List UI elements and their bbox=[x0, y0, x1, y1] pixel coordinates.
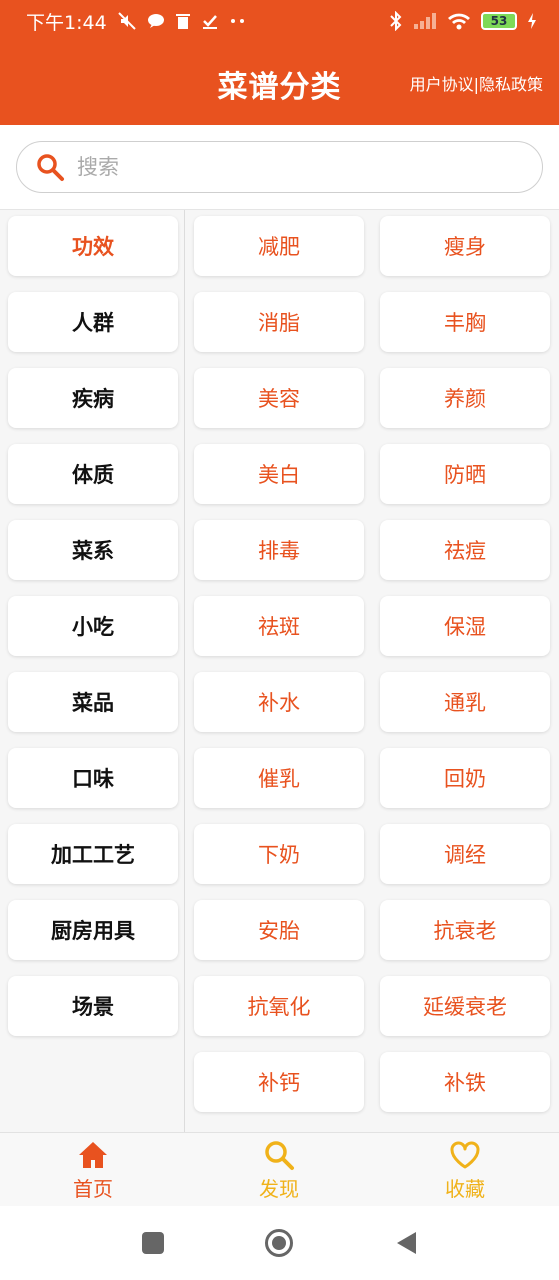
search-section bbox=[0, 125, 559, 210]
status-left: 下午1:44 bbox=[26, 8, 247, 35]
category-item-dishes[interactable]: 菜品 bbox=[8, 672, 178, 732]
category-item-population[interactable]: 人群 bbox=[8, 292, 178, 352]
subcategory-item[interactable]: 丰胸 bbox=[380, 292, 550, 352]
search-icon bbox=[37, 154, 64, 181]
system-nav-bar bbox=[0, 1206, 559, 1280]
subcategory-item[interactable]: 养颜 bbox=[380, 368, 550, 428]
wifi-icon bbox=[447, 12, 471, 30]
category-item-constitution[interactable]: 体质 bbox=[8, 444, 178, 504]
status-right: 53 bbox=[389, 11, 537, 31]
category-item-scene[interactable]: 场景 bbox=[8, 976, 178, 1036]
subcategory-item[interactable]: 美容 bbox=[194, 368, 364, 428]
subcategory-item[interactable]: 排毒 bbox=[194, 520, 364, 580]
mute-icon bbox=[117, 11, 137, 31]
category-item-cuisine[interactable]: 菜系 bbox=[8, 520, 178, 580]
search-icon bbox=[265, 1141, 294, 1170]
charging-icon bbox=[527, 13, 537, 29]
signal-icon bbox=[413, 12, 437, 30]
title-bar: 菜谱分类 用户协议|隐私政策 bbox=[0, 50, 559, 114]
subcategory-item[interactable]: 回奶 bbox=[380, 748, 550, 808]
subcategory-item[interactable]: 下奶 bbox=[194, 824, 364, 884]
subcategory-item[interactable]: 催乳 bbox=[194, 748, 364, 808]
home-circle-icon[interactable] bbox=[264, 1228, 294, 1258]
subcategory-item[interactable]: 祛斑 bbox=[194, 596, 364, 656]
tab-favorites[interactable]: 收藏 bbox=[405, 1139, 525, 1205]
back-triangle-icon[interactable] bbox=[392, 1228, 422, 1258]
bottom-tab-bar: 首页 发现 收藏 bbox=[0, 1132, 559, 1206]
subcategory-item[interactable]: 抗氧化 bbox=[194, 976, 364, 1036]
app-header: 下午1:44 53 菜谱分类 用户协议|隐私政策 bbox=[0, 0, 559, 125]
subcategory-item[interactable]: 通乳 bbox=[380, 672, 550, 732]
subcategory-item[interactable]: 防晒 bbox=[380, 444, 550, 504]
download-done-icon bbox=[201, 12, 219, 30]
category-browser: 功效 人群 疾病 体质 菜系 小吃 菜品 口味 加工工艺 厨房用具 场景 减肥 … bbox=[0, 210, 559, 1132]
category-item-disease[interactable]: 疾病 bbox=[8, 368, 178, 428]
category-item-efficacy[interactable]: 功效 bbox=[8, 216, 178, 276]
recents-square-icon[interactable] bbox=[138, 1228, 168, 1258]
policy-link[interactable]: 用户协议|隐私政策 bbox=[410, 71, 543, 95]
battery-indicator: 53 bbox=[481, 12, 517, 30]
more-dots-icon bbox=[229, 18, 247, 24]
subcategory-item[interactable]: 瘦身 bbox=[380, 216, 550, 276]
category-item-flavor[interactable]: 口味 bbox=[8, 748, 178, 808]
subcategory-item[interactable]: 补水 bbox=[194, 672, 364, 732]
category-item-snacks[interactable]: 小吃 bbox=[8, 596, 178, 656]
tab-discover[interactable]: 发现 bbox=[219, 1139, 339, 1205]
status-time: 下午1:44 bbox=[26, 11, 107, 34]
tab-home-label: 首页 bbox=[73, 1177, 113, 1201]
subcategory-item[interactable]: 抗衰老 bbox=[380, 900, 550, 960]
subcategory-item[interactable]: 补铁 bbox=[380, 1052, 550, 1112]
status-bar: 下午1:44 53 bbox=[0, 0, 559, 42]
search-box[interactable] bbox=[16, 141, 543, 193]
subcategory-item[interactable]: 祛痘 bbox=[380, 520, 550, 580]
subcategory-item[interactable]: 延缓衰老 bbox=[380, 976, 550, 1036]
subcategory-item[interactable]: 美白 bbox=[194, 444, 364, 504]
category-list: 功效 人群 疾病 体质 菜系 小吃 菜品 口味 加工工艺 厨房用具 场景 bbox=[0, 210, 185, 1132]
search-input[interactable] bbox=[77, 155, 497, 179]
heart-icon bbox=[450, 1141, 480, 1169]
subcategory-item[interactable]: 补钙 bbox=[194, 1052, 364, 1112]
tab-favorites-label: 收藏 bbox=[445, 1177, 485, 1201]
home-icon bbox=[79, 1142, 107, 1168]
subcategory-item[interactable]: 保湿 bbox=[380, 596, 550, 656]
tab-discover-label: 发现 bbox=[259, 1177, 299, 1201]
trash-icon bbox=[175, 12, 191, 30]
subcategory-item[interactable]: 安胎 bbox=[194, 900, 364, 960]
subcategory-item[interactable]: 调经 bbox=[380, 824, 550, 884]
subcategory-item[interactable]: 减肥 bbox=[194, 216, 364, 276]
message-icon bbox=[147, 12, 165, 30]
tab-home[interactable]: 首页 bbox=[33, 1139, 153, 1205]
category-item-process[interactable]: 加工工艺 bbox=[8, 824, 178, 884]
subcategory-item[interactable]: 消脂 bbox=[194, 292, 364, 352]
category-item-kitchenware[interactable]: 厨房用具 bbox=[8, 900, 178, 960]
bluetooth-icon bbox=[389, 11, 403, 31]
